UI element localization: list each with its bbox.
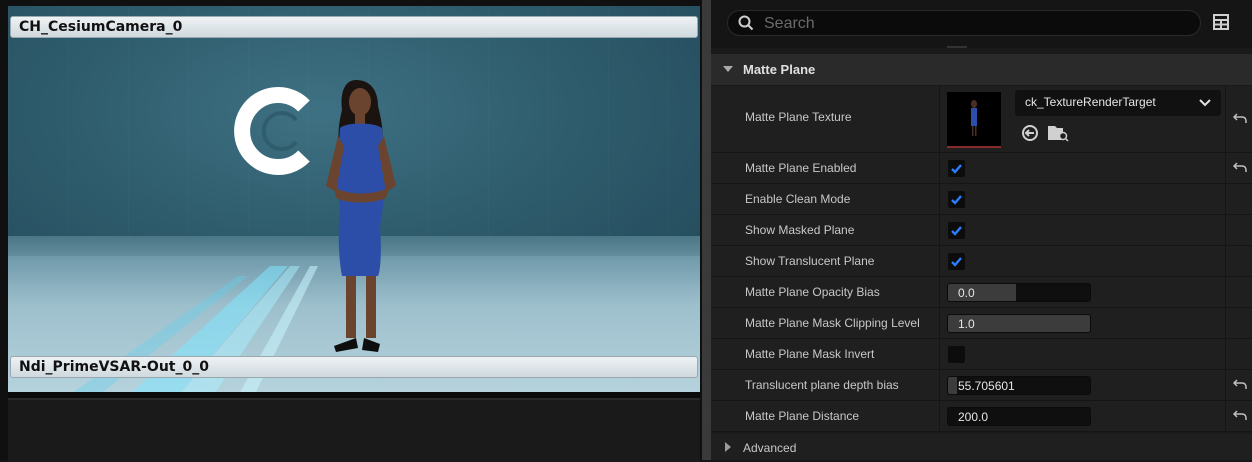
checkmark-icon (951, 257, 962, 267)
property-value: 0.0 (958, 286, 975, 300)
property-label: Translucent plane depth bias (745, 378, 899, 392)
collapsed-arrow-icon (725, 442, 731, 452)
search-input[interactable] (762, 13, 1186, 35)
texture-asset-dropdown[interactable]: ck_TextureRenderTarget (1015, 90, 1221, 116)
property-label: Matte Plane Mask Clipping Level (745, 316, 920, 330)
section-title: Matte Plane (743, 62, 816, 77)
property-row-matte-plane-texture: Matte Plane Texture ck_TextureRenderTarg… (711, 86, 1252, 153)
property-label: Show Masked Plane (745, 223, 855, 237)
property-row: Translucent plane depth bias 55.705601 (711, 370, 1252, 401)
camera-preview[interactable] (8, 6, 700, 392)
property-label: Matte Plane Opacity Bias (745, 285, 880, 299)
property-row: Matte Plane Mask Clipping Level 1.0 (711, 308, 1252, 339)
panel-splitter[interactable] (702, 0, 711, 460)
texture-thumbnail[interactable] (947, 92, 1001, 148)
column-divider (1225, 153, 1226, 183)
output-name-overlay: Ndi_PrimeVSAR-Out_0_0 (10, 356, 698, 378)
search-bar (711, 0, 1252, 48)
property-row: Matte Plane Mask Invert (711, 339, 1252, 370)
column-divider (1225, 215, 1226, 245)
column-divider (1225, 401, 1226, 431)
texture-asset-name: ck_TextureRenderTarget (1025, 95, 1156, 109)
advanced-section-header[interactable]: Advanced (711, 434, 1252, 460)
property-label: Matte Plane Enabled (745, 161, 857, 175)
column-divider (939, 401, 940, 431)
property-row: Enable Clean Mode (711, 184, 1252, 215)
property-label: Show Translucent Plane (745, 254, 875, 268)
column-divider (939, 308, 940, 338)
browse-to-asset-icon[interactable] (1047, 122, 1069, 142)
property-checkbox[interactable] (948, 346, 965, 363)
property-row: Show Masked Plane (711, 215, 1252, 246)
column-divider (939, 184, 940, 214)
presenter-figure (326, 80, 396, 352)
column-divider (1225, 308, 1226, 338)
reset-to-default-icon[interactable] (1233, 112, 1247, 124)
property-label: Matte Plane Mask Invert (745, 347, 875, 361)
chevron-down-icon (1199, 99, 1211, 107)
checkmark-icon (951, 226, 962, 236)
property-label: Matte Plane Texture (745, 110, 852, 124)
reset-to-default-icon[interactable] (1233, 378, 1247, 390)
property-checkbox[interactable] (948, 253, 965, 270)
column-divider (1225, 184, 1226, 214)
checkmark-icon (951, 164, 962, 174)
property-number-field[interactable]: 55.705601 (947, 376, 1091, 395)
column-divider (939, 277, 940, 307)
column-divider (939, 153, 940, 183)
column-divider (939, 86, 940, 152)
use-selected-asset-icon[interactable] (1021, 124, 1039, 142)
property-checkbox[interactable] (948, 160, 965, 177)
advanced-label: Advanced (743, 441, 797, 455)
column-divider (1225, 277, 1226, 307)
property-value: 1.0 (958, 317, 975, 331)
column-divider (1225, 86, 1226, 152)
viewport-lower-area (8, 398, 700, 462)
slider-fill (948, 377, 957, 394)
column-divider (939, 339, 940, 369)
column-divider (1225, 339, 1226, 369)
property-row: Show Translucent Plane (711, 246, 1252, 277)
viewport-panel[interactable]: CH_CesiumCamera_0 Ndi_PrimeVSAR-Out_0_0 (0, 0, 702, 462)
property-number-field[interactable]: 200.0 (947, 407, 1091, 426)
property-value: 55.705601 (958, 379, 1015, 393)
search-box[interactable] (727, 10, 1201, 36)
property-value: 200.0 (958, 410, 989, 424)
property-number-field[interactable]: 0.0 (947, 283, 1091, 302)
property-checkbox[interactable] (948, 222, 965, 239)
checkmark-icon (951, 195, 962, 205)
column-divider (939, 370, 940, 400)
property-label: Enable Clean Mode (745, 192, 851, 206)
reset-to-default-icon[interactable] (1233, 161, 1247, 173)
column-divider (939, 246, 940, 276)
property-row: Matte Plane Opacity Bias 0.0 (711, 277, 1252, 308)
search-resize-grip (947, 46, 967, 48)
property-label: Matte Plane Distance (745, 409, 860, 423)
property-row: Matte Plane Enabled (711, 153, 1252, 184)
camera-name-overlay: CH_CesiumCamera_0 (10, 16, 698, 38)
column-divider (1225, 246, 1226, 276)
column-divider (1225, 370, 1226, 400)
search-icon (738, 15, 754, 31)
column-divider (939, 215, 940, 245)
property-row: Matte Plane Distance 200.0 (711, 401, 1252, 432)
details-panel: Matte Plane Matte Plane Texture ck_Textu… (711, 0, 1252, 460)
matte-plane-section-header[interactable]: Matte Plane (711, 54, 1252, 85)
reset-to-default-icon[interactable] (1233, 409, 1247, 421)
expand-arrow-icon (723, 66, 733, 72)
property-number-field[interactable]: 1.0 (947, 314, 1091, 333)
texture-preview-figure (971, 100, 977, 136)
property-checkbox[interactable] (948, 191, 965, 208)
property-matrix-icon[interactable] (1213, 14, 1231, 30)
